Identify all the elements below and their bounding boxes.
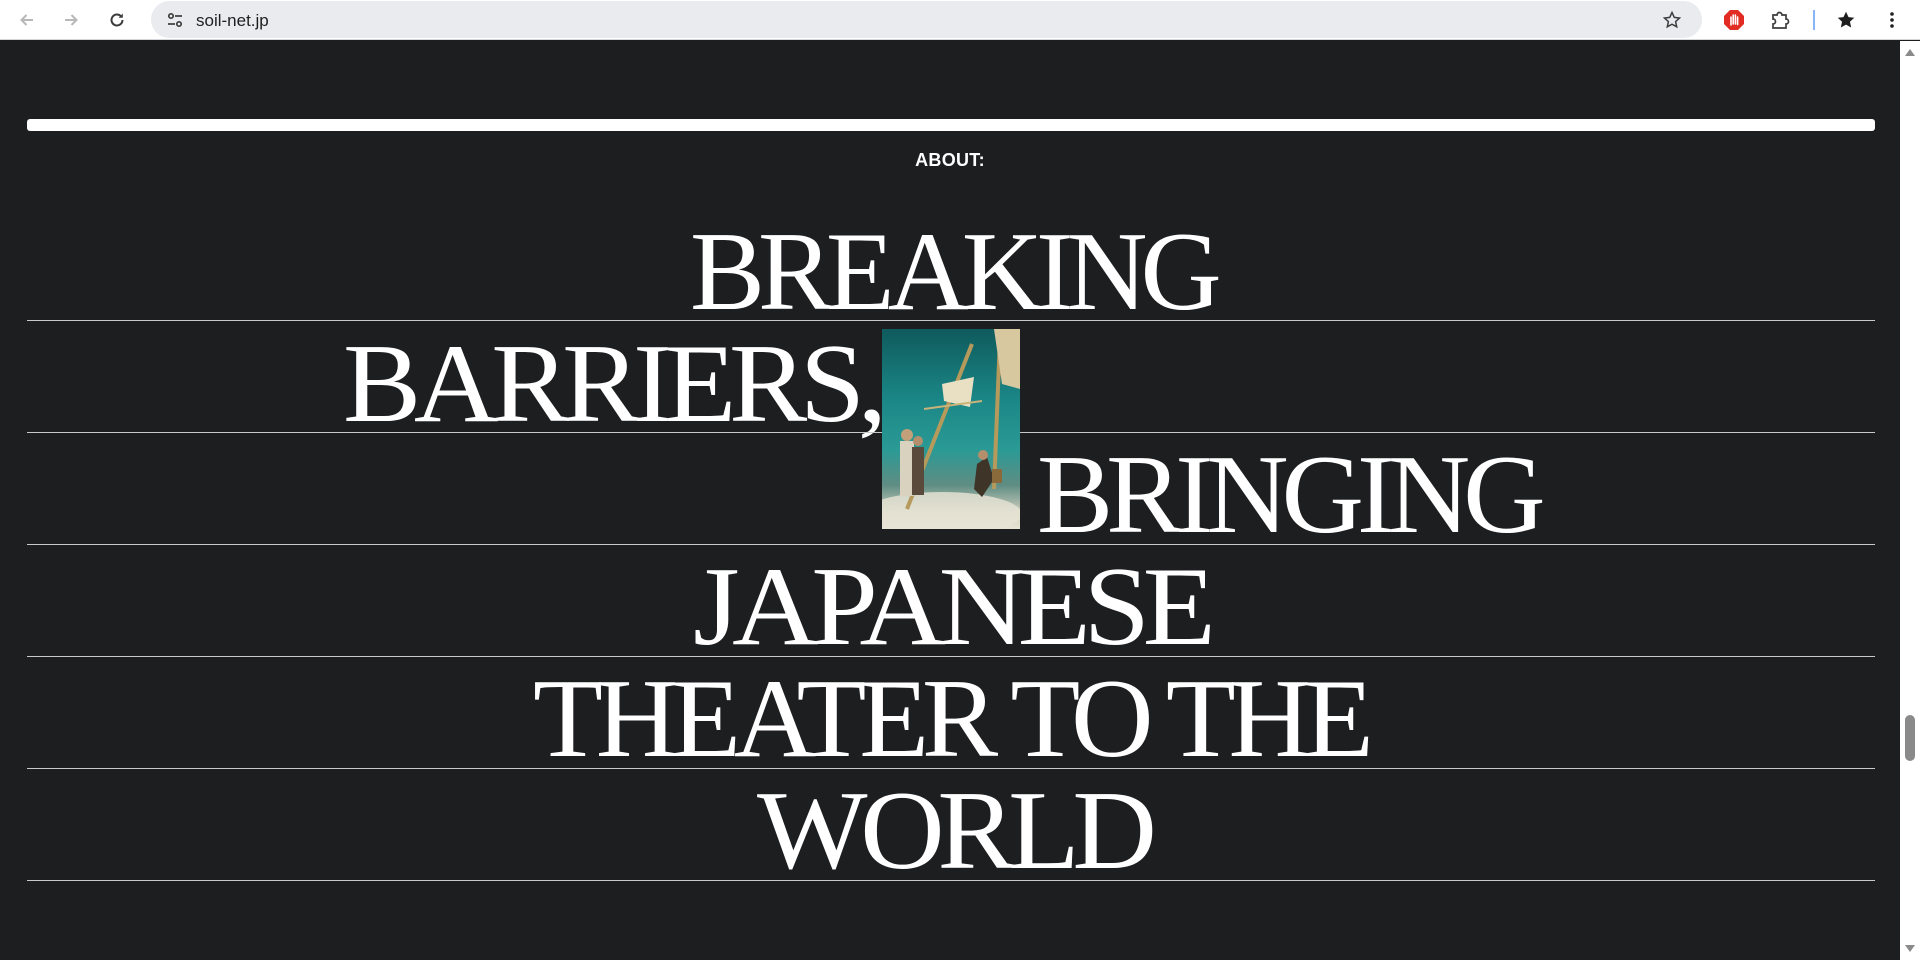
extensions-button[interactable]	[1764, 4, 1796, 36]
theater-stage-photo	[882, 329, 1020, 529]
puzzle-icon	[1772, 11, 1790, 29]
toolbar-divider	[1813, 10, 1815, 30]
url-text[interactable]: soil-net.jp	[196, 11, 269, 31]
star-filled-icon	[1837, 11, 1855, 28]
headline-line-world: WORLD	[757, 769, 1157, 893]
site-info-button[interactable]	[159, 4, 190, 35]
arrow-left-icon	[20, 14, 33, 26]
star-outline-icon	[1662, 10, 1682, 29]
menu-button[interactable]	[1876, 4, 1908, 36]
adblock-extension-button[interactable]	[1718, 4, 1750, 36]
stop-hand-icon	[1724, 10, 1744, 30]
bookmarks-button[interactable]	[1830, 4, 1862, 36]
headline-line-barriers: BARRIERS,	[343, 322, 887, 446]
headline-line-bringing: BRINGING	[1037, 433, 1546, 557]
kebab-menu-icon	[1890, 12, 1894, 28]
section-top-bar	[27, 119, 1875, 131]
tune-icon	[167, 12, 182, 27]
scroll-thumb[interactable]	[1905, 715, 1915, 761]
stage-scene-image	[882, 329, 1020, 529]
back-button[interactable]	[11, 4, 43, 36]
forward-button[interactable]	[55, 4, 87, 36]
reload-icon	[110, 13, 124, 27]
address-bar[interactable]: soil-net.jp	[151, 1, 1702, 38]
headline-line-theater: THEATER TO THE	[533, 657, 1374, 781]
headline-line-breaking: BREAKING	[690, 210, 1222, 334]
page-scrollbar[interactable]	[1900, 41, 1920, 960]
arrow-right-icon	[65, 14, 78, 26]
headline-line-japanese: JAPANESE	[693, 545, 1216, 669]
section-label: ABOUT:	[915, 150, 985, 170]
bookmark-button[interactable]	[1657, 5, 1687, 35]
browser-toolbar: soil-net.jp	[0, 0, 1920, 40]
page-content: ABOUT: BREAKING BARRIERS, BRINGING JAPAN…	[0, 41, 1900, 960]
reload-button[interactable]	[101, 4, 133, 36]
scroll-down-arrow[interactable]	[1905, 945, 1915, 952]
headline-rule	[27, 880, 1875, 881]
headline-rule	[27, 320, 1875, 321]
scroll-up-arrow[interactable]	[1905, 49, 1915, 56]
